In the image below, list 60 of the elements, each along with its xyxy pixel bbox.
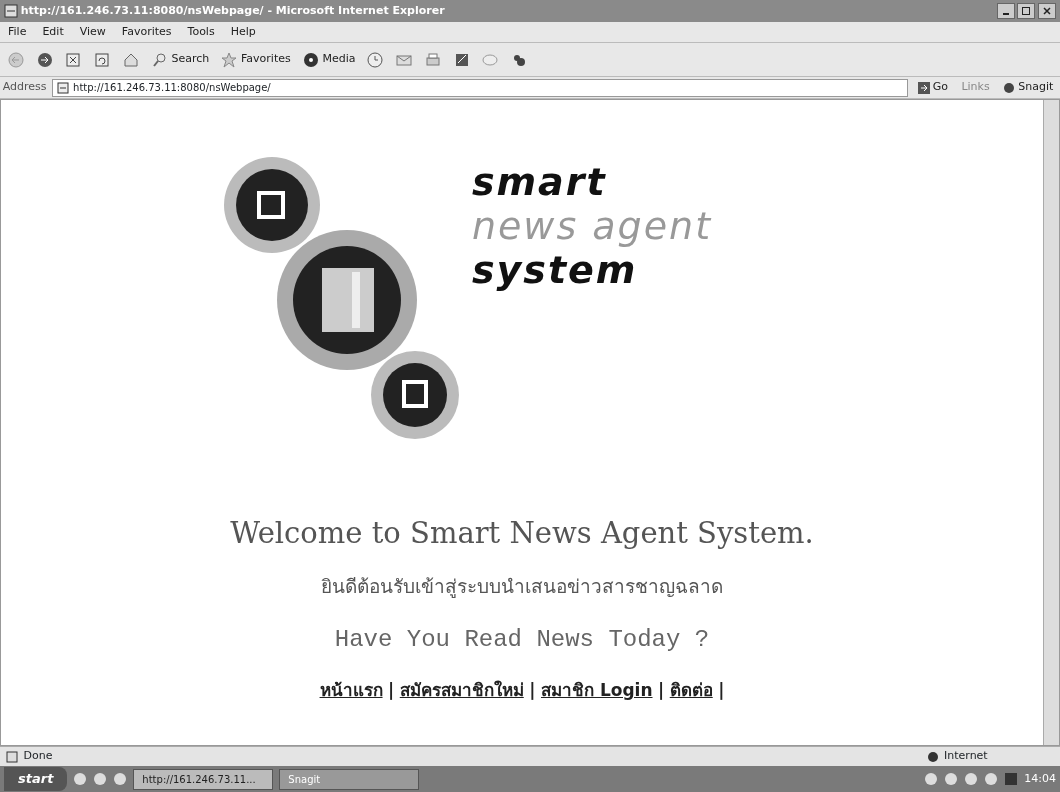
link-separator: | [718,679,725,702]
refresh-icon [93,50,111,69]
link-separator: | [658,679,665,702]
quick-launch-icon[interactable] [93,772,108,786]
logo-text: news agent [471,204,713,248]
quick-launch-icon[interactable] [113,772,128,786]
menu-item[interactable]: File [0,21,35,43]
dot-icon [1003,81,1016,94]
start-button[interactable]: start [4,767,68,791]
status-text: Done [23,748,54,765]
arrow-icon [917,81,930,94]
tagline: Have You Read News Today ? [334,625,710,655]
address-field[interactable]: http://161.246.73.11:8080/nsWebpage/ [52,78,909,97]
clock-text: 14:04 [1024,770,1056,787]
page-icon [6,750,18,763]
stop-icon [64,50,83,69]
maximize-button[interactable] [1017,3,1036,19]
printer-icon [423,50,442,69]
menu-item[interactable]: Tools [179,21,223,43]
tray-icon[interactable] [964,772,979,786]
welcome-text: ยินดีต้อนรับเข้าสู่ระบบนำเสนอข่าวสารชาญฉลาด [321,573,723,600]
link-separator: | [388,679,395,702]
go-button[interactable]: Go [913,77,952,98]
nav-link-text[interactable]: สมัครสมาชิกใหม่ [399,678,524,704]
menu-item[interactable]: Favorites [113,21,180,43]
minimize-button[interactable] [996,3,1015,19]
taskbar-button[interactable]: http://161.246.73.11... [133,768,274,790]
favorites-button[interactable]: Favorites [216,48,295,71]
welcome-heading: Welcome to Smart News Agent System. [230,515,814,552]
nav-link-text[interactable]: หน้าแรก [319,678,383,704]
snagit-button[interactable]: Snagit [999,77,1058,98]
logo-text: system [471,248,639,292]
media-button[interactable]: Media [297,48,360,71]
clock-icon [366,50,385,69]
page-icon [57,81,70,94]
nav-link-text[interactable]: สมาชิก Login [541,678,653,704]
search-icon [150,50,169,69]
menu-item[interactable]: Help [222,21,264,43]
menu-item[interactable]: View [71,21,114,43]
nav-link-text[interactable]: ติดต่อ [669,678,713,704]
scrollbar[interactable] [1043,100,1059,745]
star-icon [220,50,239,69]
disc-icon [301,50,320,69]
zone-text: Internet [944,748,989,765]
globe-icon [926,750,939,763]
search-button[interactable]: Search [146,48,214,71]
menu-item[interactable]: Edit [34,21,72,43]
tray-icon[interactable] [984,772,999,786]
close-button[interactable] [1038,3,1056,19]
tray-icon[interactable] [944,772,959,786]
close-icon [1043,7,1051,15]
maximize-icon [1022,7,1031,15]
link-separator: | [529,679,536,702]
tray-icon[interactable] [924,772,939,786]
browser-icon [4,4,18,18]
logo-text: smart [471,160,608,204]
address-label: Address [2,79,47,96]
tray-icon[interactable] [1004,772,1019,786]
quick-launch-icon[interactable] [73,772,88,786]
window-title: http://161.246.73.11:8080/nsWebpage/ - Microsoft Internet Explorer [20,2,446,19]
